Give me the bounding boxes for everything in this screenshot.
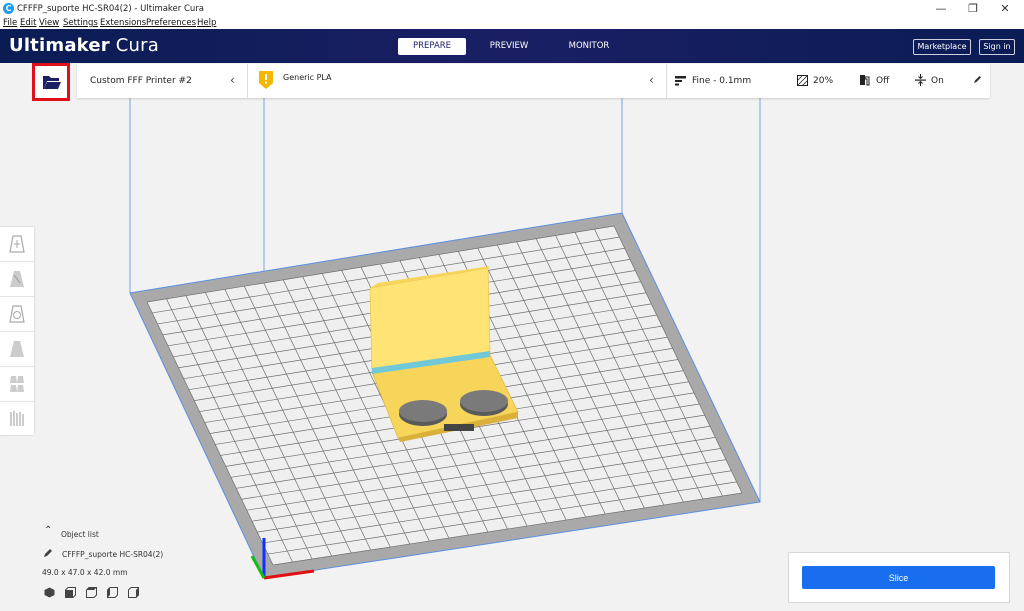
object-list-label: Object list (61, 530, 99, 539)
layer-height-icon (675, 76, 686, 86)
mirror-tool-icon (10, 341, 24, 357)
support-blocker-icon (10, 411, 24, 426)
move-tool-icon (9, 235, 25, 253)
support-value: Off (876, 76, 890, 86)
support-blocker-button[interactable] (0, 402, 34, 436)
adhesion-icon (915, 74, 926, 86)
object-dimensions: 49.0 x 47.0 x 42.0 mm (42, 568, 128, 577)
pencil-icon (44, 549, 52, 557)
left-view-icon[interactable] (107, 587, 118, 598)
material-name: Generic PLA (283, 73, 332, 82)
infill-value: 20% (813, 76, 834, 86)
rotate-tool-icon (9, 305, 25, 323)
front-view-icon[interactable] (65, 587, 76, 598)
right-view-icon[interactable] (128, 587, 139, 598)
move-tool-button[interactable] (0, 227, 34, 262)
printer-selector[interactable]: Custom FFF Printer #2 ‹ (77, 64, 247, 98)
slice-button[interactable]: Slice (802, 566, 995, 589)
top-view-icon[interactable] (86, 587, 97, 598)
adhesion-value: On (931, 76, 944, 86)
3d-view-icon[interactable] (44, 587, 55, 598)
pencil-icon (974, 76, 981, 83)
per-model-settings-button[interactable] (0, 367, 34, 402)
chevron-left-icon: ‹ (230, 73, 235, 87)
folder-open-icon (43, 76, 61, 89)
print-setup-toolbar: Custom FFF Printer #2 ‹ Generic PLA ‹ Fi… (77, 64, 990, 98)
scale-tool-button[interactable] (0, 262, 34, 297)
material-selector[interactable]: Generic PLA ‹ (248, 64, 666, 98)
transform-tools-panel (0, 227, 34, 435)
slice-panel: Slice (788, 552, 1010, 603)
material-warning-badge-icon (259, 71, 273, 89)
open-file-button[interactable] (32, 63, 70, 101)
object-name[interactable]: CFFFP_suporte HC-SR04(2) (62, 550, 163, 559)
chevron-left-icon: ‹ (649, 73, 654, 87)
rotate-tool-button[interactable] (0, 297, 34, 332)
per-model-settings-icon (10, 376, 24, 392)
chevron-up-icon: ⌃ (44, 525, 53, 536)
print-settings-selector[interactable]: Fine - 0.1mm 20% Off On (667, 64, 990, 98)
infill-icon (797, 75, 808, 86)
printer-name: Custom FFF Printer #2 (90, 76, 192, 86)
mirror-tool-button[interactable] (0, 332, 34, 367)
profile-name: Fine - 0.1mm (692, 76, 752, 86)
scale-tool-icon (10, 271, 24, 287)
support-icon (860, 75, 870, 86)
